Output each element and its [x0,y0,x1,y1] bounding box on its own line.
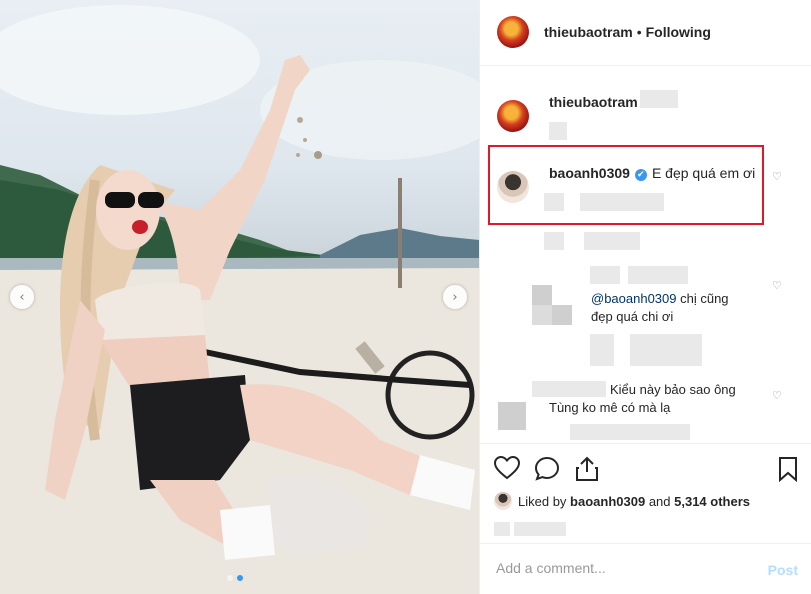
comment-bubble-icon[interactable] [534,456,560,482]
third-comment: Kiểu này bảo sao ông [610,381,770,399]
comment-like-heart-icon[interactable]: ♡ [772,170,782,183]
censored-reply-avatar [532,285,552,305]
third-like-heart-icon[interactable]: ♡ [772,389,782,402]
heart-icon[interactable] [494,456,520,480]
third-text-line2: Tùng ko mê có mà lạ [549,400,671,415]
liker-avatar[interactable] [494,492,512,510]
post-actions: Liked by baoanh0309 and 5,314 others [480,443,811,553]
post-photo[interactable]: ‹ › [0,0,479,594]
censored-commenter-avatar [498,402,526,430]
reply-text-line1: chị cũng [676,291,729,306]
header-separator: • [636,24,642,40]
liker-username[interactable]: baoanh0309 [570,494,645,509]
caption-text: thieubaotram [549,93,643,111]
owner-avatar[interactable] [497,16,529,48]
likes-prefix: Liked by [518,494,571,509]
likes-count[interactable]: 5,314 others [674,494,750,509]
reply-text-line2: đẹp quá chi ơi [591,309,674,324]
censored-reply-avatar [590,266,620,284]
beach-photo-illustration [0,5,479,594]
likes-summary: Liked by baoanh0309 and 5,314 others [494,492,750,510]
post-header: thieubaotram • Following [480,0,811,66]
third-comment-line2: Tùng ko mê có mà lạ [549,399,749,417]
add-comment-bar: Post [480,543,811,594]
chevron-right-icon[interactable]: › [443,285,467,309]
censored-caption [640,90,678,108]
censored-reply-avatar [628,266,688,284]
censored-reply-avatar [552,305,572,325]
third-text-line1: Kiểu này bảo sao ông [610,382,736,397]
censored-commenter [532,381,606,397]
censored-reply-meta [590,334,614,366]
carousel-dot [227,575,233,581]
likes-middle: and [645,494,675,509]
highlight-box [488,145,764,225]
censored-third-meta [570,424,690,440]
owner-username[interactable]: thieubaotram [544,24,633,40]
bookmark-icon[interactable] [778,456,798,482]
following-button[interactable]: Following [646,24,711,40]
share-icon[interactable] [575,456,599,482]
header-text: thieubaotram • Following [544,24,711,40]
post-side-panel: thieubaotram • Following thieubaotram baoa… [479,0,811,594]
censored-caption [549,122,567,140]
carousel-dot-active [237,575,243,581]
reply-mention[interactable]: @baoanh0309 [591,291,677,306]
chevron-left-icon[interactable]: ‹ [10,285,34,309]
reply-comment: @baoanh0309 chị cũng đẹp quá chi ơi [591,290,771,326]
add-comment-input[interactable] [496,560,736,576]
caption-avatar[interactable] [497,100,529,132]
censored-reply-meta [630,334,702,366]
post-comment-button[interactable]: Post [768,562,798,578]
reply-like-heart-icon[interactable]: ♡ [772,279,782,292]
caption-username[interactable]: thieubaotram [549,94,638,110]
censored-view-replies [544,232,564,250]
censored-timestamp [494,522,510,536]
carousel-dots [227,575,243,581]
censored-timestamp [514,522,566,536]
censored-view-replies [584,232,640,250]
